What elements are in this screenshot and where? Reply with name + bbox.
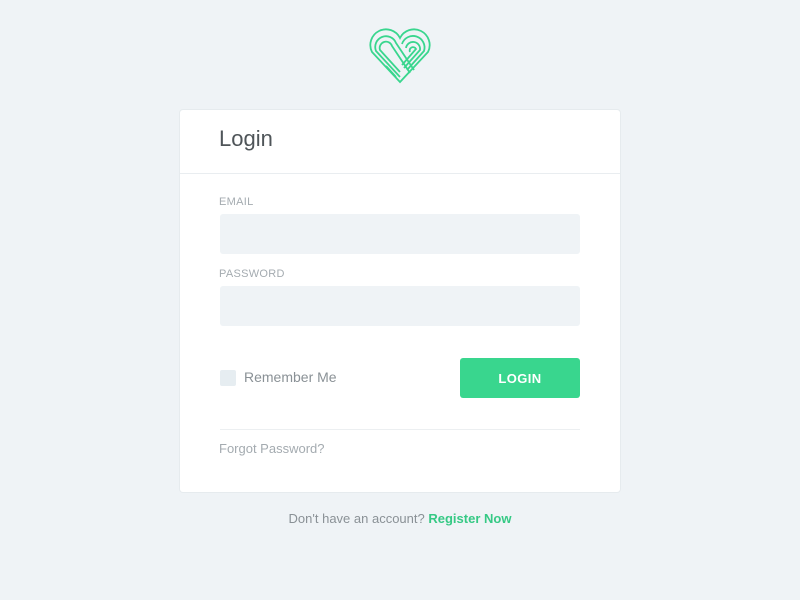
login-card-header: Login	[180, 110, 620, 174]
password-label: PASSWORD	[219, 268, 285, 280]
register-prompt: Don't have an account? Register Now	[0, 511, 800, 526]
login-title: Login	[219, 126, 273, 151]
divider	[220, 429, 580, 430]
email-input[interactable]	[220, 214, 580, 254]
register-prompt-text: Don't have an account?	[288, 511, 425, 526]
email-label: EMAIL	[219, 196, 254, 208]
login-card: Login EMAIL PASSWORD Remember Me LOGIN F…	[180, 110, 620, 492]
remember-me-checkbox[interactable]	[220, 370, 236, 386]
heart-logo-icon	[366, 26, 434, 86]
forgot-password-link[interactable]: Forgot Password?	[219, 441, 325, 456]
remember-me-label[interactable]: Remember Me	[244, 369, 337, 385]
password-input[interactable]	[220, 286, 580, 326]
login-button[interactable]: LOGIN	[460, 358, 580, 398]
register-now-link[interactable]: Register Now	[428, 511, 511, 526]
